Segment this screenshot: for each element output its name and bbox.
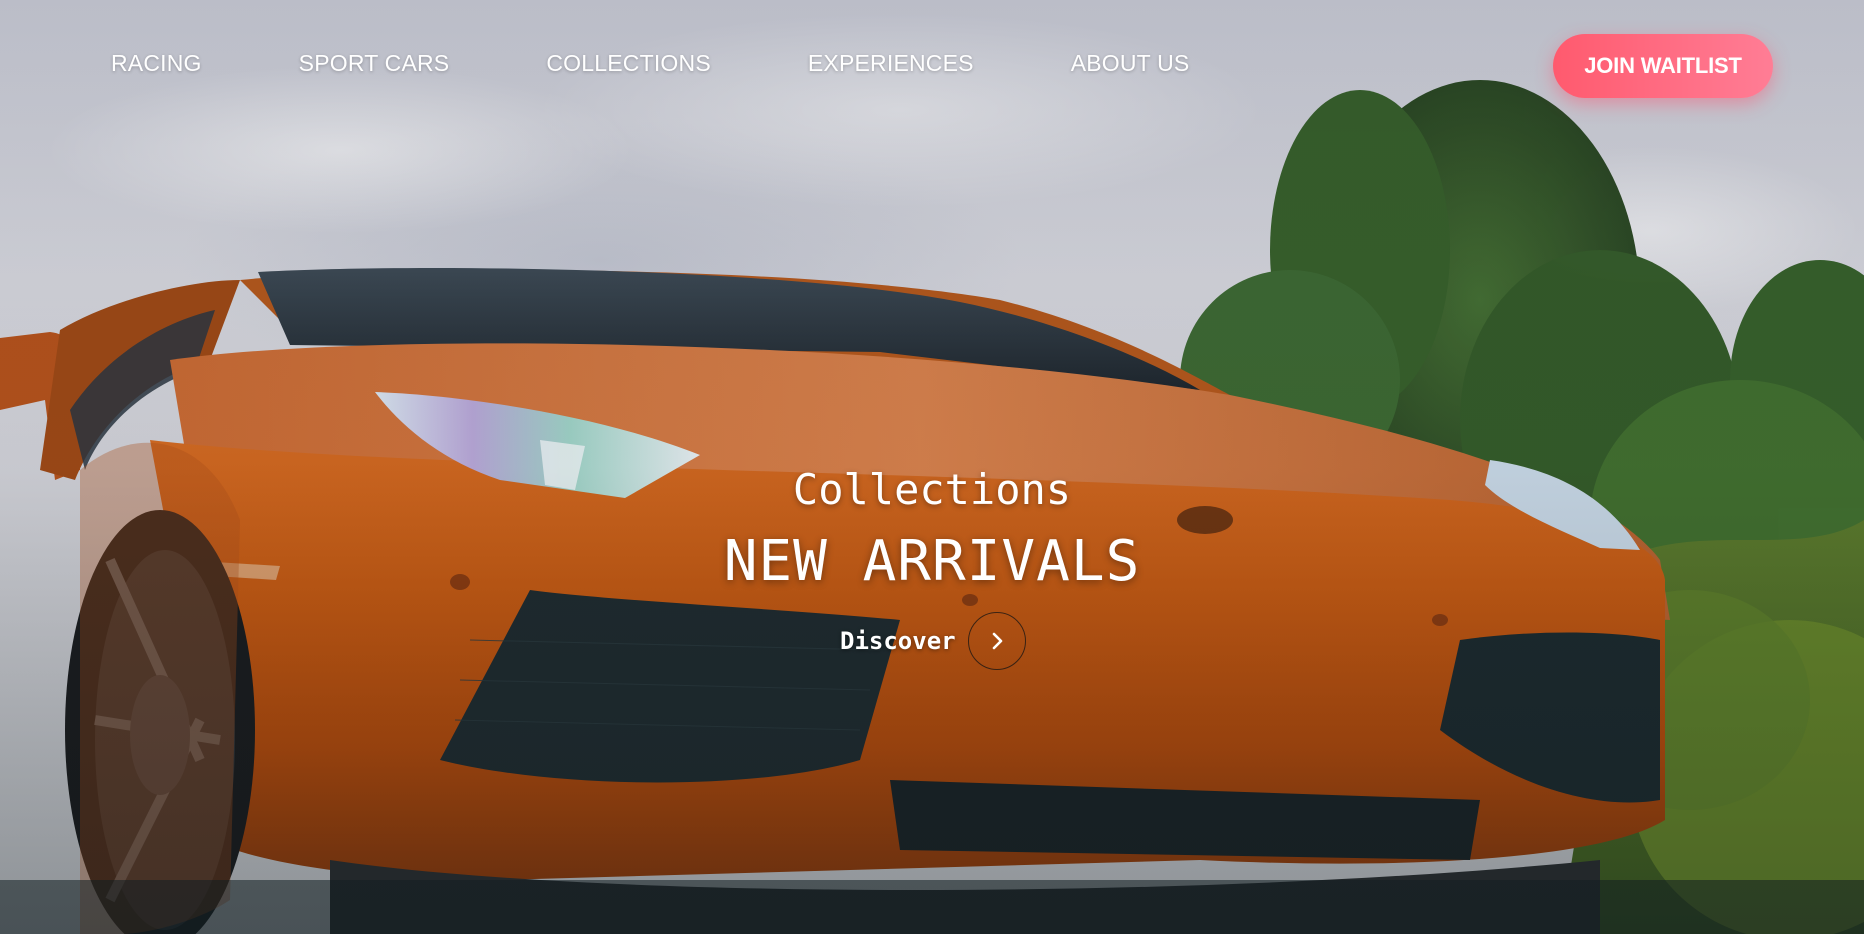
hero-subtitle: Collections	[792, 465, 1072, 514]
nav-item-collections[interactable]: COLLECTIONS	[546, 50, 711, 77]
nav-item-about-us[interactable]: ABOUT US	[1071, 50, 1190, 77]
main-navigation: RACING SPORT CARS COLLECTIONS EXPERIENCE…	[111, 50, 1189, 77]
nav-item-racing[interactable]: RACING	[111, 50, 202, 77]
nav-item-experiences[interactable]: EXPERIENCES	[808, 50, 974, 77]
hero-text: Collections NEW ARRIVALS	[0, 462, 1864, 602]
chevron-right-icon	[992, 632, 1002, 650]
discover-label: Discover	[840, 627, 956, 655]
join-waitlist-button[interactable]: JOIN WAITLIST	[1553, 34, 1773, 98]
nav-item-sport-cars[interactable]: SPORT CARS	[299, 50, 450, 77]
hero-headline: NEW ARRIVALS	[723, 529, 1141, 594]
hero-section: RACING SPORT CARS COLLECTIONS EXPERIENCE…	[0, 0, 1864, 934]
discover-button[interactable]: Discover	[840, 612, 1026, 670]
discover-circle[interactable]	[967, 612, 1026, 670]
